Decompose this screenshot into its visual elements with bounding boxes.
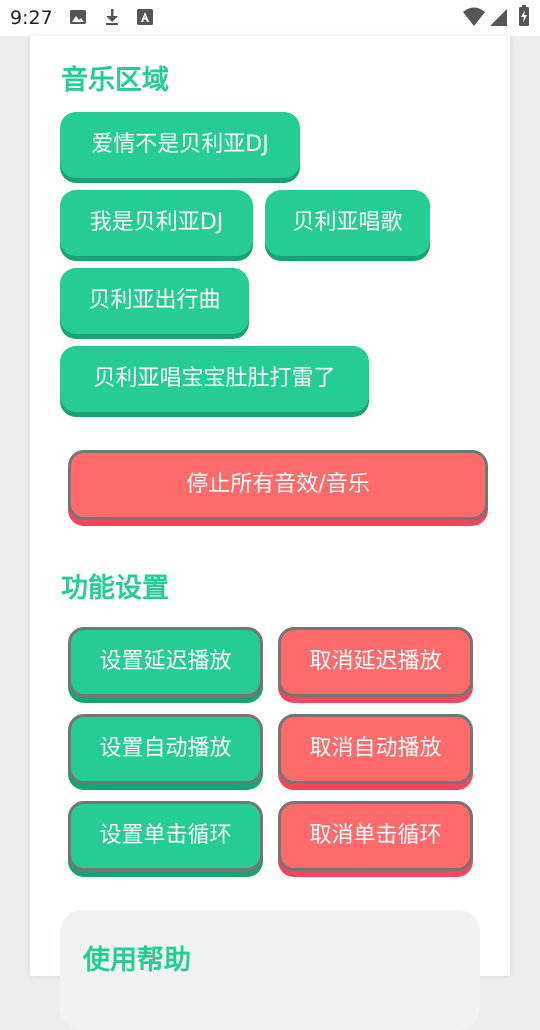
set-click-loop-button[interactable]: 设置单击循环 xyxy=(68,801,263,871)
main-card: 音乐区域 爱情不是贝利亚DJ 我是贝利亚DJ 贝利亚唱歌 贝利亚出行曲 贝利亚唱… xyxy=(30,36,510,1030)
signal-icon xyxy=(488,7,508,31)
set-auto-play-button[interactable]: 设置自动播放 xyxy=(68,714,263,784)
help-panel: 使用帮助 xyxy=(60,910,480,1030)
music-section-title: 音乐区域 xyxy=(61,65,169,96)
settings-section-title: 功能设置 xyxy=(61,573,169,604)
music-item-belial-thunder-belly[interactable]: 贝利亚唱宝宝肚肚打雷了 xyxy=(60,346,369,412)
music-item-belial-sings[interactable]: 贝利亚唱歌 xyxy=(265,190,430,256)
help-title: 使用帮助 xyxy=(83,945,191,976)
music-item-love-is-not-belial-dj[interactable]: 爱情不是贝利亚DJ xyxy=(60,112,300,178)
set-delay-play-button[interactable]: 设置延迟播放 xyxy=(68,627,263,697)
cancel-delay-play-button[interactable]: 取消延迟播放 xyxy=(278,627,473,697)
music-item-i-am-belial-dj[interactable]: 我是贝利亚DJ xyxy=(60,190,253,256)
wifi-icon xyxy=(462,7,486,31)
music-item-belial-march[interactable]: 贝利亚出行曲 xyxy=(60,268,249,334)
font-a-icon xyxy=(136,8,154,30)
status-bar: 9:27 xyxy=(0,0,540,36)
download-icon xyxy=(103,8,121,30)
stop-all-button[interactable]: 停止所有音效/音乐 xyxy=(68,450,488,520)
image-icon xyxy=(69,8,87,30)
cancel-click-loop-button[interactable]: 取消单击循环 xyxy=(278,801,473,871)
status-time: 9:27 xyxy=(10,7,53,29)
cancel-auto-play-button[interactable]: 取消自动播放 xyxy=(278,714,473,784)
battery-icon xyxy=(518,5,530,31)
